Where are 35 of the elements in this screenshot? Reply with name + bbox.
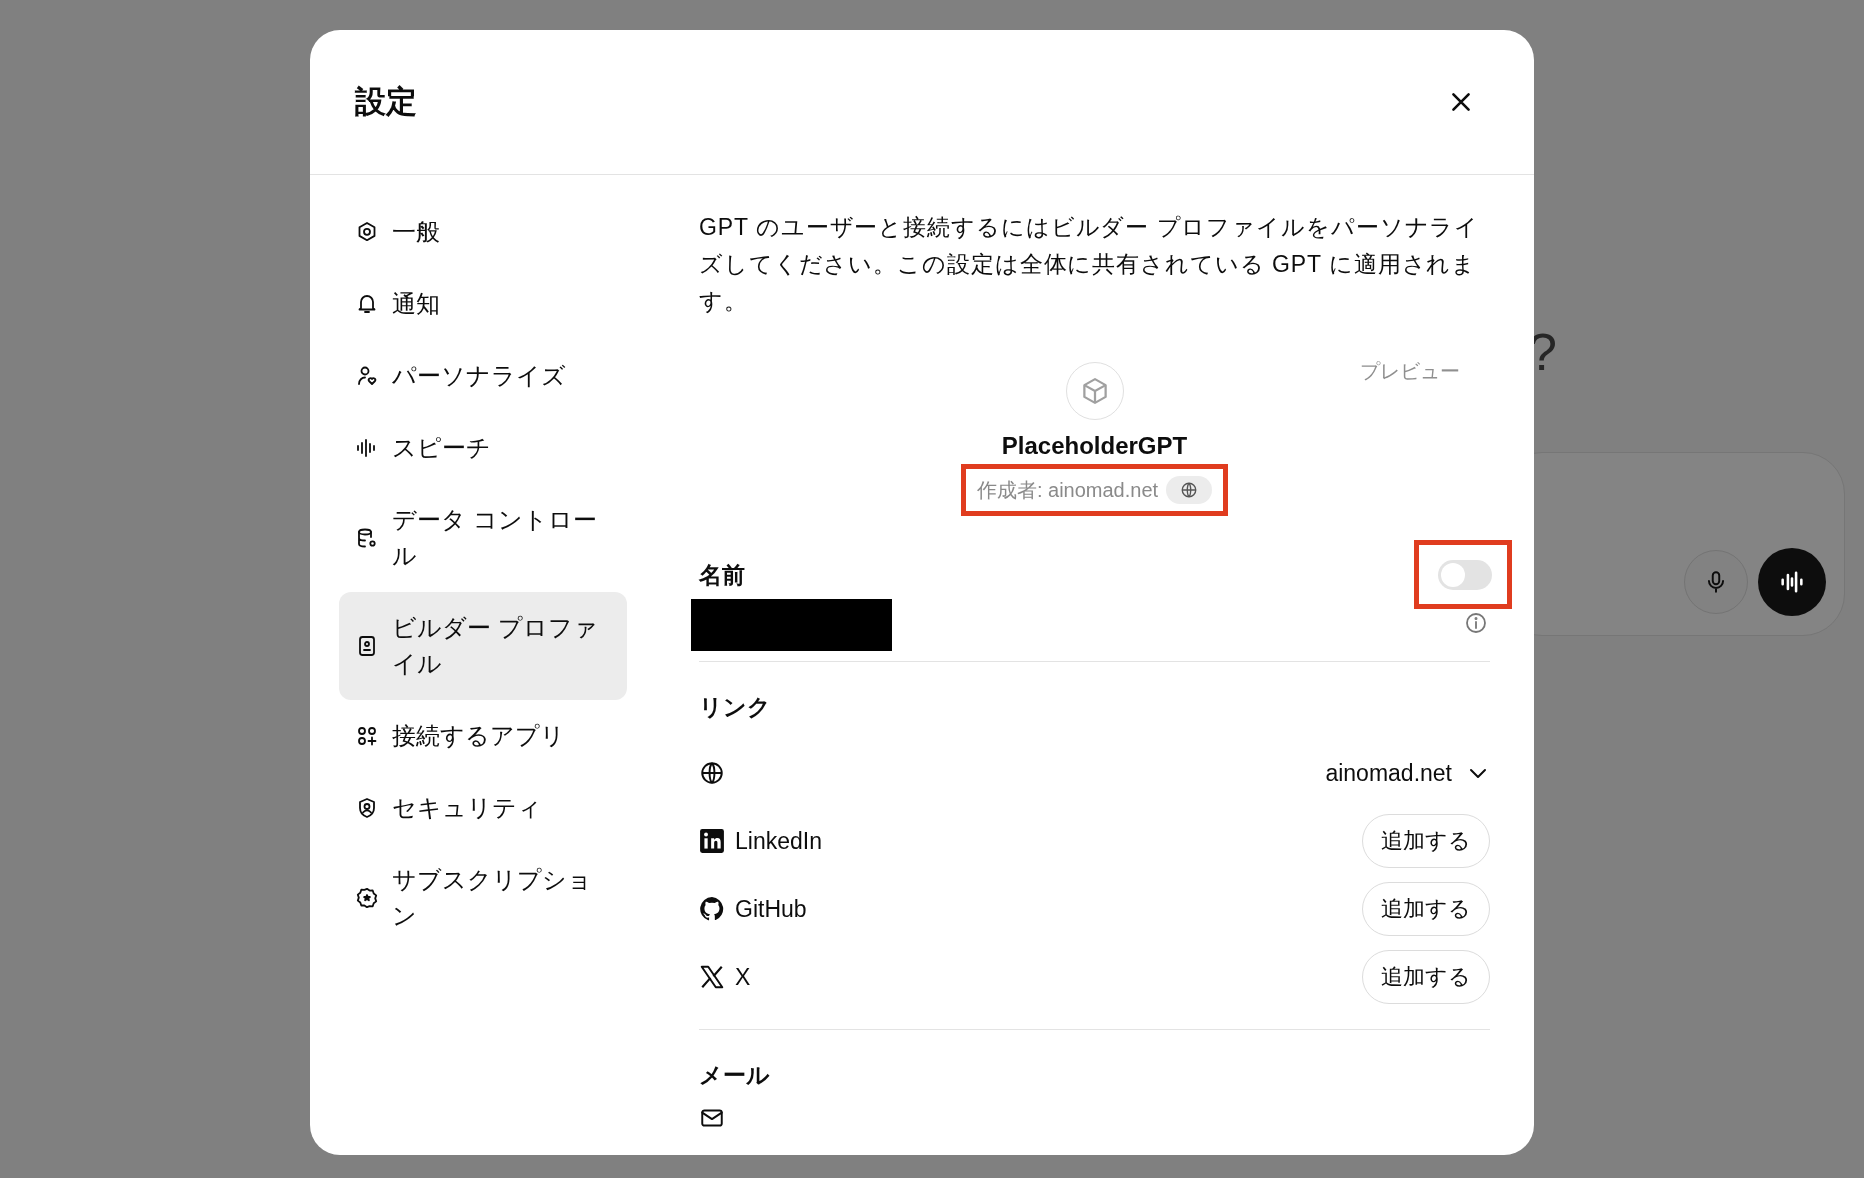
sidebar-item[interactable]: 通知 [339, 268, 627, 340]
section-heading: 名前 [699, 561, 746, 590]
globe-icon [1180, 481, 1199, 499]
name-toggle[interactable] [1438, 560, 1492, 590]
add-button[interactable]: 追加する [1362, 882, 1490, 936]
globe-icon [699, 760, 725, 786]
info-icon [1464, 611, 1488, 635]
service-name: GitHub [735, 895, 807, 923]
person-heart-icon [355, 364, 379, 388]
website-dropdown[interactable]: ainomad.net [1325, 759, 1490, 787]
sidebar-item[interactable]: 一般 [339, 196, 627, 268]
apps-plus-icon [355, 724, 379, 748]
x-logo-icon [699, 964, 725, 990]
gpt-name: PlaceholderGPT [1001, 432, 1188, 460]
dialog-title: 設定 [355, 83, 417, 121]
sidebar-item[interactable]: データ コントロール [339, 484, 627, 592]
badge-star-icon [355, 886, 379, 910]
section-heading: メール [699, 1061, 771, 1090]
sidebar-item[interactable]: 接続するアプリ [339, 700, 627, 772]
sidebar-item[interactable]: セキュリティ [339, 772, 627, 844]
service-name: LinkedIn [735, 827, 822, 855]
add-button[interactable]: 追加する [1362, 814, 1490, 868]
sidebar-item[interactable]: スピーチ [339, 412, 627, 484]
section-heading: リンク [699, 693, 772, 722]
database-gear-icon [355, 526, 379, 550]
service-name: X [735, 963, 751, 991]
sidebar-item[interactable]: ビルダー プロファイル [339, 592, 627, 700]
linkedin-icon [699, 828, 725, 854]
github-icon [699, 896, 725, 922]
add-button[interactable]: 追加する [1362, 950, 1490, 1004]
sidebar-item[interactable]: パーソナライズ [339, 340, 627, 412]
description-text: GPT のユーザーと接続するにはビルダー プロファイルをパーソナライズしてください。この設定は全体に共有されている GPT に適用されます。 [699, 213, 1481, 316]
author-text: 作成者: ainomad.net [976, 477, 1159, 503]
preview-label: プレビュー [1360, 359, 1460, 384]
sidebar-item[interactable]: サブスクリプション [339, 844, 627, 952]
